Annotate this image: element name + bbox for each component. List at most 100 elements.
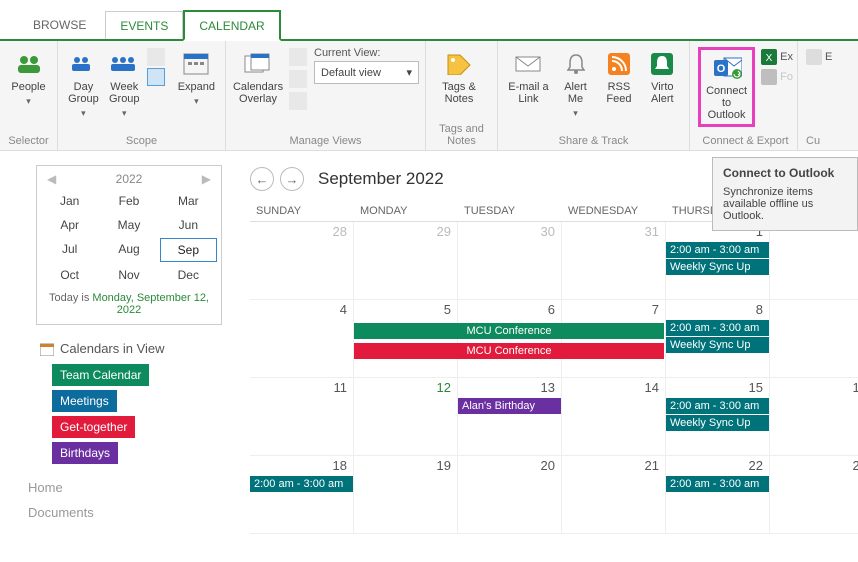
calendar-cell[interactable]: 11: [250, 378, 354, 456]
calendar-cell[interactable]: 9: [770, 300, 858, 378]
calendar-chip[interactable]: Birthdays: [52, 442, 118, 464]
calendar-cell[interactable]: 13Alan's Birthday: [458, 378, 562, 456]
export-excel-button[interactable]: X Ex: [761, 49, 793, 65]
tab-browse[interactable]: BROWSE: [18, 10, 101, 39]
chevron-down-icon: [573, 105, 578, 119]
calendar-icon: [40, 342, 54, 356]
tags-notes-button[interactable]: Tags & Notes: [434, 47, 484, 107]
calendar-chip[interactable]: Team Calendar: [52, 364, 149, 386]
calendar-cell[interactable]: 152:00 am - 3:00 amWeekly Sync Up: [666, 378, 770, 456]
mini-month-nov[interactable]: Nov: [100, 264, 157, 286]
tab-events[interactable]: EVENTS: [105, 11, 183, 39]
tooltip-title: Connect to Outlook: [723, 166, 847, 180]
calendar-cell[interactable]: 8 2:00 am - 3:00 amWeekly Sync Up: [666, 300, 770, 378]
month-next[interactable]: →: [280, 167, 304, 191]
event-span[interactable]: MCU Conference: [354, 323, 664, 339]
scope-small-1[interactable]: [147, 48, 165, 66]
calendar-cell[interactable]: 16: [770, 378, 858, 456]
group-scope-title: Scope: [66, 135, 217, 147]
date-number: 6: [548, 302, 555, 317]
event[interactable]: 2:00 am - 3:00 am: [666, 476, 769, 492]
mini-month-jan[interactable]: Jan: [41, 190, 98, 212]
calendar-cell[interactable]: 4: [250, 300, 354, 378]
calendar-chip[interactable]: Meetings: [52, 390, 117, 412]
event[interactable]: 2:00 am - 3:00 am: [666, 320, 769, 336]
scope-small-2[interactable]: [147, 68, 165, 86]
svg-text:O: O: [716, 63, 725, 75]
month-prev[interactable]: ←: [250, 167, 274, 191]
today-prefix: Today is: [49, 292, 92, 304]
calendar-cell[interactable]: 21: [562, 456, 666, 534]
week-group-button[interactable]: Week Group: [107, 47, 142, 121]
date-number: 18: [333, 458, 347, 473]
connect-outlook-button[interactable]: O Connect to Outlook: [698, 47, 755, 127]
calendar-cell[interactable]: 7: [562, 300, 666, 378]
calendar-cell[interactable]: 14: [562, 378, 666, 456]
event[interactable]: 2:00 am - 3:00 am: [250, 476, 353, 492]
expand-button[interactable]: Expand: [176, 47, 217, 109]
week-group-label: Week Group: [109, 81, 140, 105]
event[interactable]: 2:00 am - 3:00 am: [666, 398, 769, 414]
tab-calendar[interactable]: CALENDAR: [183, 10, 280, 41]
event[interactable]: Weekly Sync Up: [666, 337, 769, 353]
view-small-1[interactable]: [289, 48, 307, 66]
date-number: 14: [645, 380, 659, 395]
event-span[interactable]: MCU Conference: [354, 343, 664, 359]
mini-month-may[interactable]: May: [100, 214, 157, 236]
day-group-button[interactable]: Day Group: [66, 47, 101, 121]
mini-prev[interactable]: ◀: [47, 172, 56, 186]
event[interactable]: Weekly Sync Up: [666, 259, 769, 275]
edit-icon: [806, 49, 822, 65]
calendar-cell[interactable]: 5: [354, 300, 458, 378]
mini-next[interactable]: ▶: [202, 172, 211, 186]
form-icon: [761, 69, 777, 85]
calendar-chip[interactable]: Get-together: [52, 416, 135, 438]
mini-month-mar[interactable]: Mar: [160, 190, 217, 212]
virto-icon: [647, 49, 677, 79]
calendar-cell[interactable]: 29: [354, 222, 458, 300]
calendar-cell[interactable]: 19: [354, 456, 458, 534]
date-number: 8: [756, 302, 763, 317]
event[interactable]: 2:00 am - 3:00 am: [666, 242, 769, 258]
email-link-button[interactable]: E-mail a Link: [506, 47, 551, 107]
calendar-cell[interactable]: 12: [354, 378, 458, 456]
group-tags-title: Tags and Notes: [434, 123, 489, 147]
event[interactable]: Alan's Birthday: [458, 398, 561, 414]
calendar-cell[interactable]: 23: [770, 456, 858, 534]
nav-documents[interactable]: Documents: [28, 505, 228, 520]
export-other-button[interactable]: Fo: [761, 69, 793, 85]
current-view-select[interactable]: Default view ▾: [314, 61, 419, 84]
calendar-cell[interactable]: 222:00 am - 3:00 am: [666, 456, 770, 534]
mini-month-jul[interactable]: Jul: [41, 238, 98, 262]
virto-alert-button[interactable]: Virto Alert: [644, 47, 681, 107]
today-value: Monday, September 12, 2022: [92, 292, 209, 316]
mini-month-aug[interactable]: Aug: [100, 238, 157, 262]
mini-month-feb[interactable]: Feb: [100, 190, 157, 212]
event[interactable]: Weekly Sync Up: [666, 415, 769, 431]
mini-month-dec[interactable]: Dec: [160, 264, 217, 286]
mini-month-jun[interactable]: Jun: [160, 214, 217, 236]
mini-month-apr[interactable]: Apr: [41, 214, 98, 236]
tooltip-line: available offline us: [723, 198, 847, 210]
people-button[interactable]: People: [8, 47, 49, 109]
calendar-cell[interactable]: 31: [562, 222, 666, 300]
calendar-cell[interactable]: 2: [770, 222, 858, 300]
calendar-cell[interactable]: 30: [458, 222, 562, 300]
nav-home[interactable]: Home: [28, 480, 228, 495]
calendar-cell[interactable]: 28: [250, 222, 354, 300]
rss-label: RSS Feed: [602, 81, 635, 105]
calendar-cell[interactable]: 20: [458, 456, 562, 534]
current-view-value: Default view: [321, 67, 381, 79]
mini-month-oct[interactable]: Oct: [41, 264, 98, 286]
calendar-cell[interactable]: 18 2:00 am - 3:00 am: [250, 456, 354, 534]
edit-button[interactable]: E: [806, 49, 832, 65]
group-views-title: Manage Views: [234, 135, 417, 147]
rss-feed-button[interactable]: RSS Feed: [600, 47, 637, 107]
view-small-2[interactable]: [289, 70, 307, 88]
calendar-cell[interactable]: 12:00 am - 3:00 amWeekly Sync Up: [666, 222, 770, 300]
calendar-cell[interactable]: 6: [458, 300, 562, 378]
view-small-3[interactable]: [289, 92, 307, 110]
calendars-overlay-button[interactable]: Calendars Overlay: [234, 47, 282, 107]
mini-month-sep[interactable]: Sep: [160, 238, 217, 262]
alert-me-button[interactable]: Alert Me: [557, 47, 594, 121]
